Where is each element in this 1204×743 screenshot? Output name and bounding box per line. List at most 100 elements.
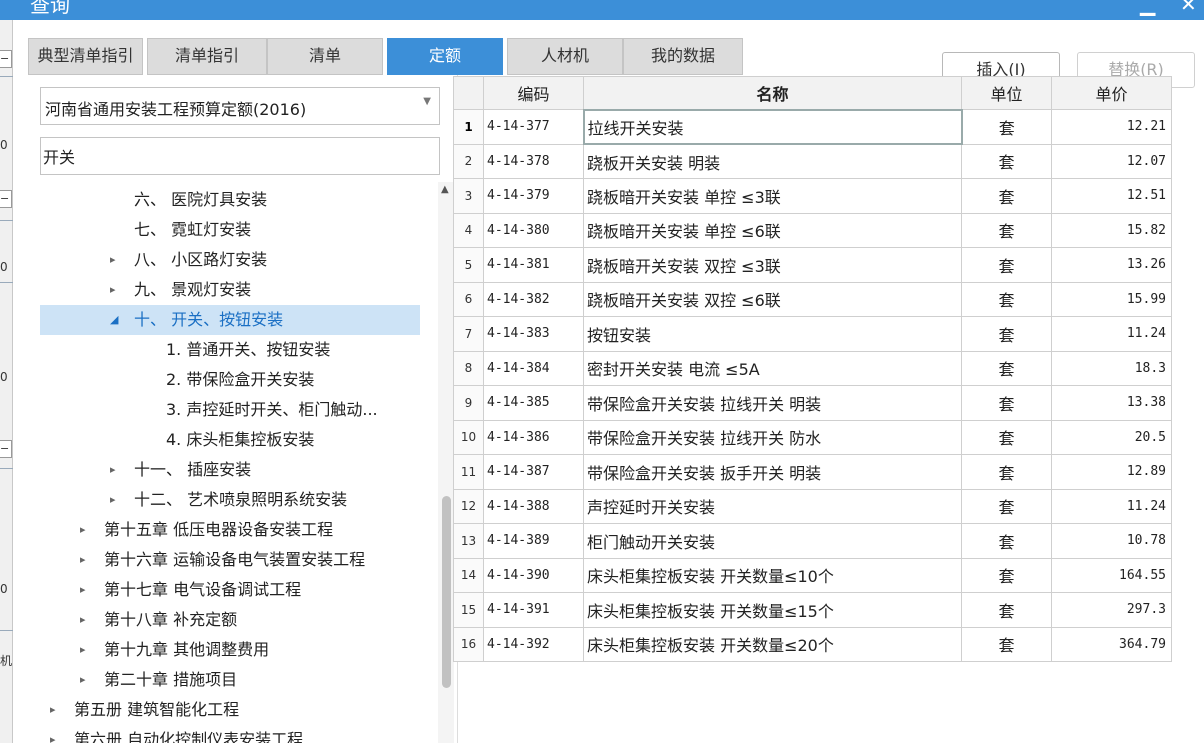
quota-name[interactable]: 跷板暗开关安装 单控 ≤6联 xyxy=(583,212,962,248)
quota-code[interactable]: 4-14-382 xyxy=(483,281,584,317)
quota-name[interactable]: 拉线开关安装 xyxy=(582,108,963,145)
expand-arrow-icon[interactable]: ▸ xyxy=(110,275,116,305)
quota-name[interactable]: 床头柜集控板安装 开关数量≤20个 xyxy=(583,626,962,662)
quota-price[interactable]: 12.51 xyxy=(1051,178,1172,214)
table-row[interactable]: 8 4-14-384 密封开关安装 电流 ≤5A 套 18.3 xyxy=(453,350,1172,386)
quota-unit[interactable]: 套 xyxy=(961,488,1052,524)
quota-name[interactable]: 床头柜集控板安装 开关数量≤10个 xyxy=(583,557,962,593)
expand-arrow-icon[interactable]: ▸ xyxy=(110,245,116,275)
quota-name[interactable]: 床头柜集控板安装 开关数量≤15个 xyxy=(583,592,962,628)
quota-unit[interactable]: 套 xyxy=(961,212,1052,248)
collapse-arrow-icon[interactable]: ◢ xyxy=(110,305,118,335)
tree-node-selected[interactable]: ◢ 十、 开关、按钮安装 xyxy=(40,305,420,335)
tab-list[interactable]: 清单 xyxy=(267,38,383,75)
tree-node[interactable]: ▸ 十一、 插座安装 xyxy=(40,455,420,485)
expand-arrow-icon[interactable]: ▸ xyxy=(80,635,86,665)
quota-unit[interactable]: 套 xyxy=(961,419,1052,455)
quota-code[interactable]: 4-14-379 xyxy=(483,178,584,214)
quota-code[interactable]: 4-14-384 xyxy=(483,350,584,386)
table-row[interactable]: 16 4-14-392 床头柜集控板安装 开关数量≤20个 套 364.79 xyxy=(453,626,1172,662)
search-input[interactable] xyxy=(40,137,440,175)
quota-price[interactable]: 13.26 xyxy=(1051,247,1172,283)
quota-price[interactable]: 12.89 xyxy=(1051,454,1172,490)
tree-node[interactable]: 七、 霓虹灯安装 xyxy=(40,215,420,245)
table-row[interactable]: 5 4-14-381 跷板暗开关安装 双控 ≤3联 套 13.26 xyxy=(453,247,1172,283)
expand-arrow-icon[interactable]: ▸ xyxy=(50,725,56,743)
column-header-unit[interactable]: 单位 xyxy=(961,76,1052,110)
tree-node[interactable]: 2. 带保险盒开关安装 xyxy=(40,365,420,395)
tree-node[interactable]: 3. 声控延时开关、柜门触动... xyxy=(40,395,420,425)
collapse-icon[interactable]: − xyxy=(0,190,12,208)
quota-code[interactable]: 4-14-386 xyxy=(483,419,584,455)
expand-arrow-icon[interactable]: ▸ xyxy=(80,575,86,605)
tab-typical-list-guide[interactable]: 典型清单指引 xyxy=(28,38,143,75)
tab-labor-material-machine[interactable]: 人材机 xyxy=(507,38,623,75)
table-row[interactable]: 13 4-14-389 柜门触动开关安装 套 10.78 xyxy=(453,523,1172,559)
tab-my-data[interactable]: 我的数据 xyxy=(623,38,743,75)
quota-name[interactable]: 按钮安装 xyxy=(583,316,962,352)
quota-code[interactable]: 4-14-387 xyxy=(483,454,584,490)
tree-node[interactable]: ▸ 第六册 自动化控制仪表安装工程 xyxy=(40,725,420,743)
tab-list-guide[interactable]: 清单指引 xyxy=(147,38,267,75)
tree-node[interactable]: ▸ 八、 小区路灯安装 xyxy=(40,245,420,275)
quota-price[interactable]: 18.3 xyxy=(1051,350,1172,386)
tree-scrollbar[interactable]: ▲ xyxy=(438,182,454,743)
quota-name[interactable]: 密封开关安装 电流 ≤5A xyxy=(583,350,962,386)
quota-code[interactable]: 4-14-380 xyxy=(483,212,584,248)
table-row[interactable]: 15 4-14-391 床头柜集控板安装 开关数量≤15个 套 297.3 xyxy=(453,592,1172,628)
quota-unit[interactable]: 套 xyxy=(961,316,1052,352)
table-row[interactable]: 4 4-14-380 跷板暗开关安装 单控 ≤6联 套 15.82 xyxy=(453,212,1172,248)
quota-code[interactable]: 4-14-388 xyxy=(483,488,584,524)
tree-node[interactable]: 4. 床头柜集控板安装 xyxy=(40,425,420,455)
table-row[interactable]: 3 4-14-379 跷板暗开关安装 单控 ≤3联 套 12.51 xyxy=(453,178,1172,214)
quota-library-select[interactable]: 河南省通用安装工程预算定额(2016) ▼ xyxy=(40,87,440,125)
expand-arrow-icon[interactable]: ▸ xyxy=(80,665,86,695)
quota-unit[interactable]: 套 xyxy=(961,557,1052,593)
table-row[interactable]: 12 4-14-388 声控延时开关安装 套 11.24 xyxy=(453,488,1172,524)
quota-price[interactable]: 15.82 xyxy=(1051,212,1172,248)
table-row[interactable]: 2 4-14-378 跷板开关安装 明装 套 12.07 xyxy=(453,143,1172,179)
quota-unit[interactable]: 套 xyxy=(961,109,1052,145)
quota-code[interactable]: 4-14-385 xyxy=(483,385,584,421)
quota-price[interactable]: 364.79 xyxy=(1051,626,1172,662)
quota-unit[interactable]: 套 xyxy=(961,281,1052,317)
tree-node[interactable]: ▸ 第十八章 补充定额 xyxy=(40,605,420,635)
quota-code[interactable]: 4-14-390 xyxy=(483,557,584,593)
tree-node[interactable]: ▸ 第十六章 运输设备电气装置安装工程 xyxy=(40,545,420,575)
quota-price[interactable]: 11.24 xyxy=(1051,316,1172,352)
quota-price[interactable]: 13.38 xyxy=(1051,385,1172,421)
quota-code[interactable]: 4-14-377 xyxy=(483,109,584,145)
quota-price[interactable]: 11.24 xyxy=(1051,488,1172,524)
quota-unit[interactable]: 套 xyxy=(961,178,1052,214)
expand-arrow-icon[interactable]: ▸ xyxy=(110,485,116,515)
quota-price[interactable]: 20.5 xyxy=(1051,419,1172,455)
tab-quota[interactable]: 定额 xyxy=(387,38,503,75)
quota-name[interactable]: 跷板暗开关安装 双控 ≤3联 xyxy=(583,247,962,283)
table-row[interactable]: 7 4-14-383 按钮安装 套 11.24 xyxy=(453,316,1172,352)
tree-node[interactable]: ▸ 第十五章 低压电器设备安装工程 xyxy=(40,515,420,545)
close-button[interactable]: ✕ xyxy=(1180,0,1197,18)
collapse-icon[interactable]: − xyxy=(0,440,12,458)
expand-arrow-icon[interactable]: ▸ xyxy=(50,695,56,725)
quota-unit[interactable]: 套 xyxy=(961,350,1052,386)
collapse-icon[interactable]: − xyxy=(0,50,12,68)
quota-name[interactable]: 带保险盒开关安装 拉线开关 防水 xyxy=(583,419,962,455)
tree-node[interactable]: ▸ 第十九章 其他调整费用 xyxy=(40,635,420,665)
quota-name[interactable]: 跷板开关安装 明装 xyxy=(583,143,962,179)
expand-arrow-icon[interactable]: ▸ xyxy=(80,545,86,575)
quota-name[interactable]: 声控延时开关安装 xyxy=(583,488,962,524)
expand-arrow-icon[interactable]: ▸ xyxy=(80,515,86,545)
chevron-down-icon[interactable]: ▼ xyxy=(423,96,431,107)
quota-unit[interactable]: 套 xyxy=(961,454,1052,490)
quota-unit[interactable]: 套 xyxy=(961,247,1052,283)
column-header-price[interactable]: 单价 xyxy=(1051,76,1172,110)
column-header-name[interactable]: 名称 xyxy=(583,76,962,110)
table-row[interactable]: 10 4-14-386 带保险盒开关安装 拉线开关 防水 套 20.5 xyxy=(453,419,1172,455)
quota-code[interactable]: 4-14-391 xyxy=(483,592,584,628)
quota-name[interactable]: 柜门触动开关安装 xyxy=(583,523,962,559)
expand-arrow-icon[interactable]: ▸ xyxy=(110,455,116,485)
table-row[interactable]: 6 4-14-382 跷板暗开关安装 双控 ≤6联 套 15.99 xyxy=(453,281,1172,317)
quota-price[interactable]: 10.78 xyxy=(1051,523,1172,559)
quota-code[interactable]: 4-14-383 xyxy=(483,316,584,352)
tree-node[interactable]: ▸ 第十七章 电气设备调试工程 xyxy=(40,575,420,605)
